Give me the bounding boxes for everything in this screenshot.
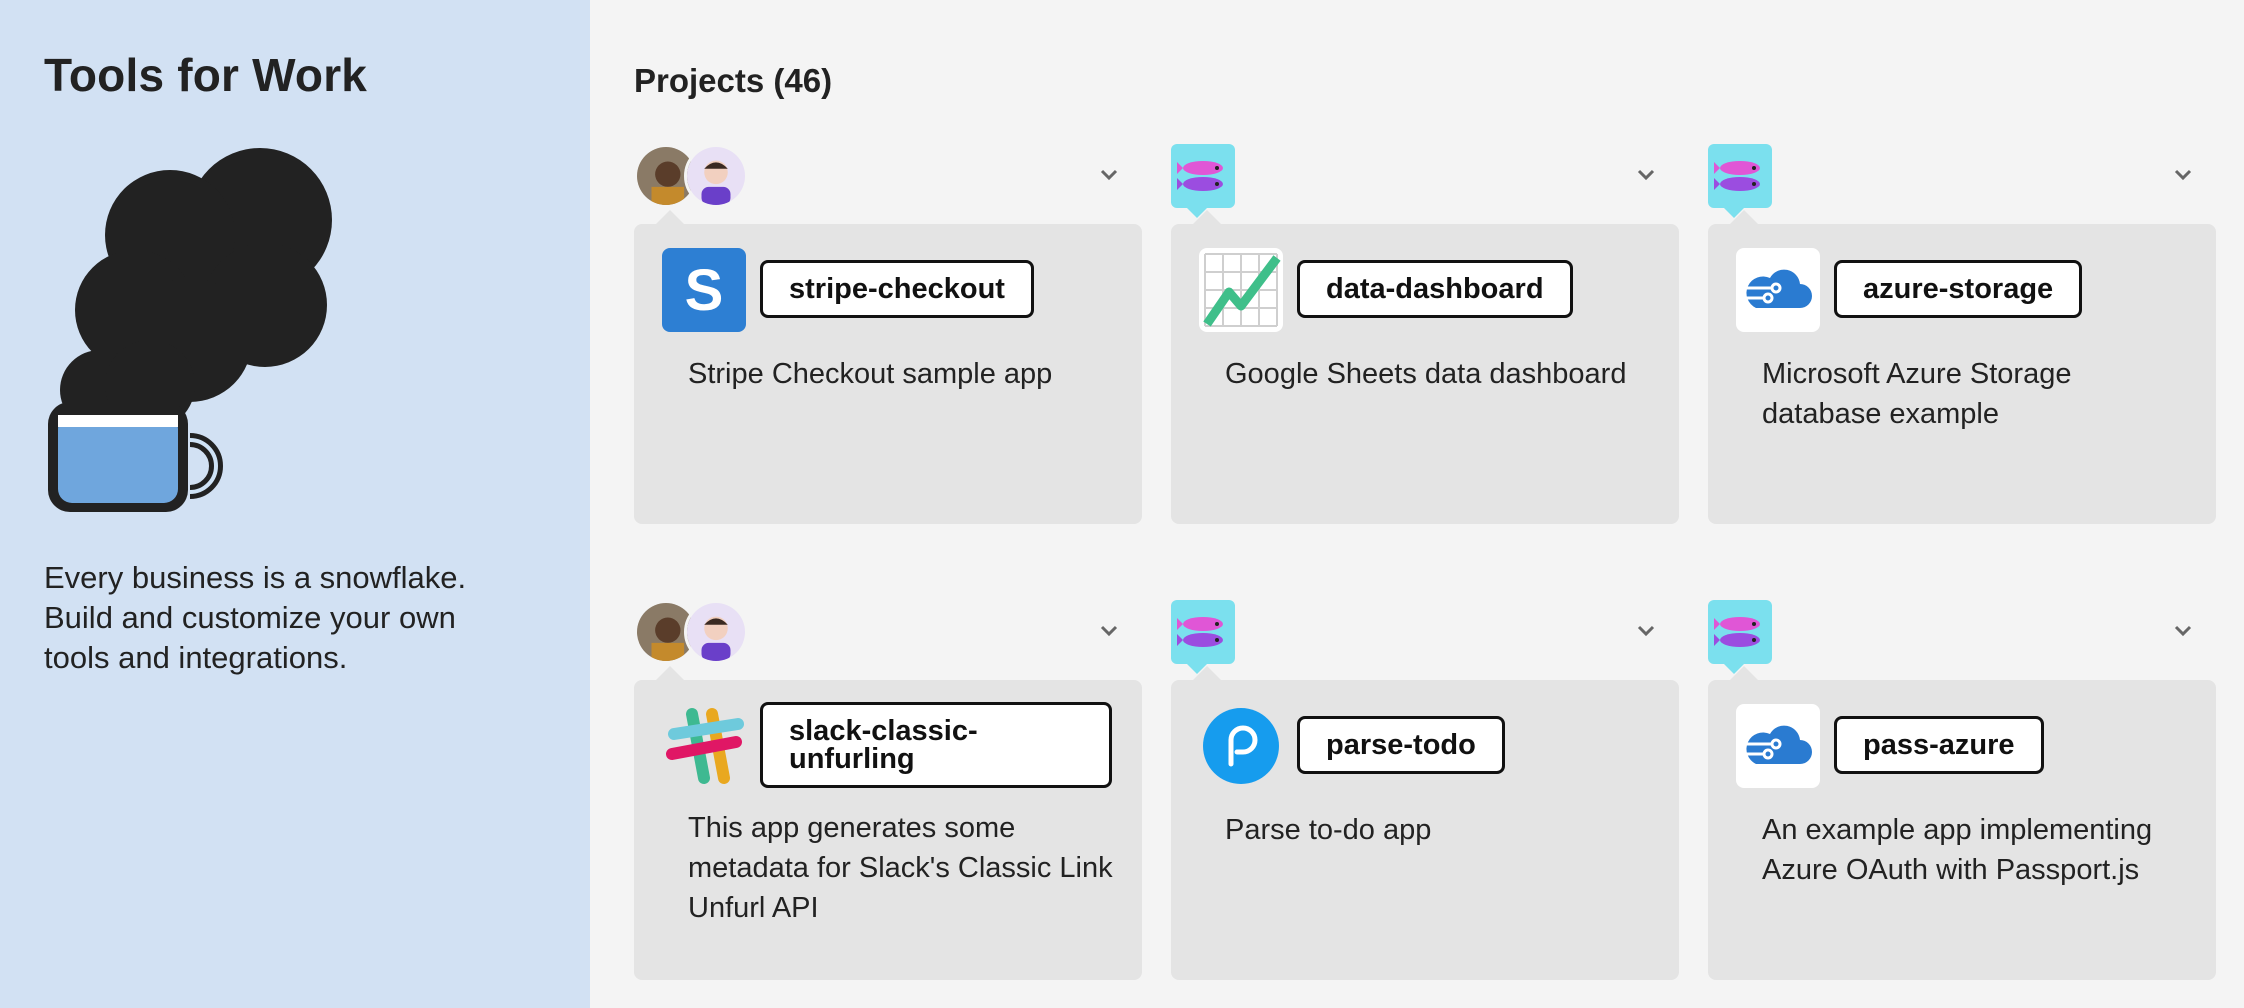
- parse-logo-icon: [1199, 704, 1283, 788]
- project-name[interactable]: azure-storage: [1834, 260, 2083, 318]
- project-card-body[interactable]: parse-todo Parse to-do app: [1171, 666, 1679, 980]
- project-name[interactable]: pass-azure: [1834, 716, 2044, 774]
- project-card-body[interactable]: data-dashboard Google Sheets data dashbo…: [1171, 210, 1679, 524]
- chart-logo-icon: [1199, 248, 1283, 332]
- project-description: Microsoft Azure Storage database example: [1762, 358, 2072, 430]
- svg-text:S: S: [685, 258, 724, 323]
- project-owners[interactable]: [634, 144, 748, 208]
- project-card-body[interactable]: azure-storage Microsoft Azure Storage da…: [1708, 210, 2216, 524]
- azure-cloud-icon: [1736, 248, 1820, 332]
- chevron-down-icon[interactable]: [1094, 616, 1124, 646]
- team-fish-icon[interactable]: [1171, 144, 1235, 218]
- chevron-down-icon[interactable]: [2168, 160, 2198, 190]
- user-avatar[interactable]: [684, 144, 748, 208]
- sidebar: Tools for Work Every business is a snowf…: [0, 0, 590, 1008]
- project-description: Stripe Checkout sample app: [688, 358, 1053, 390]
- projects-heading: Projects (46): [634, 62, 833, 99]
- stripe-logo-icon: S: [662, 248, 746, 332]
- coffee-cup-icon: [48, 148, 332, 512]
- team-fish-icon[interactable]: [1708, 144, 1772, 218]
- project-card-body[interactable]: slack-classic-unfurling This app generat…: [634, 666, 1142, 980]
- project-name[interactable]: parse-todo: [1297, 716, 1505, 774]
- projects-panel: Projects (46) S stripe-checkout Stripe C…: [590, 0, 2244, 1008]
- project-name[interactable]: slack-classic-unfurling: [760, 702, 1112, 788]
- user-avatar[interactable]: [684, 600, 748, 664]
- chevron-down-icon[interactable]: [1094, 160, 1124, 190]
- slack-logo-icon: [662, 704, 746, 788]
- project-owners[interactable]: [634, 600, 748, 664]
- project-name[interactable]: data-dashboard: [1297, 260, 1573, 318]
- team-fish-icon[interactable]: [1708, 600, 1772, 674]
- chevron-down-icon[interactable]: [1631, 160, 1661, 190]
- project-description: Parse to-do app: [1225, 814, 1432, 846]
- azure-cloud-icon: [1736, 704, 1820, 788]
- project-description: Google Sheets data dashboard: [1225, 358, 1627, 390]
- project-name[interactable]: stripe-checkout: [760, 260, 1034, 318]
- sidebar-tagline: Every business is a snowflake. Build and…: [44, 560, 467, 675]
- project-description: This app generates some metadata for Sla…: [688, 812, 1113, 924]
- team-fish-icon[interactable]: [1171, 600, 1235, 674]
- chevron-down-icon[interactable]: [1631, 616, 1661, 646]
- project-description: An example app implementing Azure OAuth …: [1762, 814, 2153, 886]
- chevron-down-icon[interactable]: [2168, 616, 2198, 646]
- project-card-body[interactable]: S stripe-checkout Stripe Checkout sample…: [634, 210, 1142, 524]
- sidebar-title: Tools for Work: [44, 49, 368, 101]
- project-card-body[interactable]: pass-azure An example app implementing A…: [1708, 666, 2216, 980]
